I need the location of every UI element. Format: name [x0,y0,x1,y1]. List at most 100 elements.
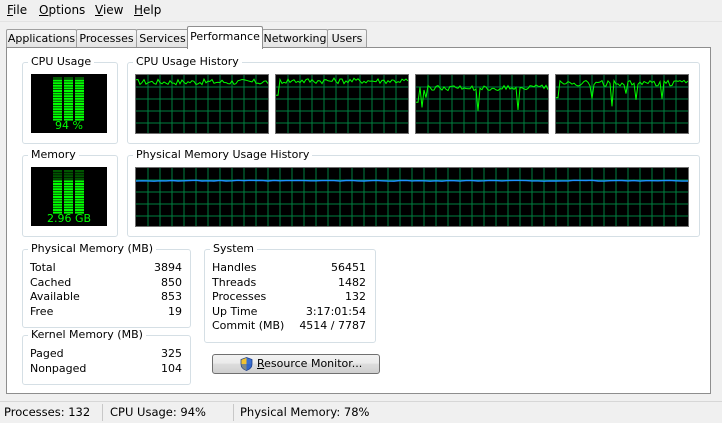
physical-memory-group: Physical Memory (MB) Total 3894 Cached 850… [22,242,191,328]
cpu-meter-segment [75,110,84,113]
cpu-core-graph-2 [275,74,409,134]
cpu-meter-segment [53,90,62,92]
memory-meter-segment [75,193,84,196]
cpu-meter-segment [75,116,84,118]
row-label: Free [30,304,54,318]
physical-memory-table: Total 3894 Cached 850 Available 853 Free 19 [30,261,182,319]
memory-meter-segment [75,170,84,172]
tab-networking[interactable]: Networking [262,29,328,48]
tab-processes[interactable]: Processes [76,29,137,48]
cpu-meter-segment [53,105,62,108]
memory-meter-segment [75,203,84,206]
memory-meter-segment [53,196,62,198]
cpu-meter-segment [64,95,73,98]
system-row: Up Time 3:17:01:54 [212,305,366,320]
row-label: Nonpaged [30,361,87,375]
row-value: 3:17:01:54 [305,304,366,318]
kernel-memory-title: Kernel Memory (MB) [28,328,146,342]
memory-meter-segment [75,201,84,204]
status-divider [102,404,103,421]
memory-meter-segment [53,206,62,209]
row-value: 104 [161,361,182,375]
memory-meter-segment [53,198,62,201]
memory-meter-segment [75,172,84,175]
row-value: 132 [345,290,366,304]
resource-monitor-button[interactable]: Resource Monitor... [212,354,380,374]
memory-value: 2.96 GB [46,212,92,225]
cpu-meter-segment [75,95,84,98]
tab-users[interactable]: Users [327,29,367,48]
memory-meter-segment [64,185,73,188]
cpu-meter-segment [64,90,73,92]
tab-applications[interactable]: Applications [6,29,77,48]
tab-performance[interactable]: Performance [187,26,263,49]
memory-meter-segment [75,206,84,209]
memory-history-title: Physical Memory Usage History [133,148,313,162]
cpu-meter-segment [75,90,84,92]
cpu-meter-segment [53,100,62,103]
tab-services[interactable]: Services [136,29,189,48]
cpu-history-group: CPU Usage History [127,55,700,144]
cpu-meter-segment [64,97,73,100]
row-label: Cached [30,275,72,289]
row-label: Paged [30,347,64,360]
status-bar: Processes: 132 CPU Usage: 94% Physical M… [0,401,722,423]
kernel-memory-table: Paged 325 Nonpaged 104 [30,347,182,376]
cpu-meter-segment [64,113,73,116]
memory-meter-segment [75,188,84,191]
memory-meter-segment [53,188,62,191]
performance-panel: CPU Usage 94 % CPU Usage History Memory … [6,47,711,394]
memory-meter-segment [53,203,62,206]
menu-options[interactable]: Options [39,3,85,17]
memory-meter: 2.96 GB [31,167,107,226]
menu-help[interactable]: Help [134,3,161,17]
cpu-history-line [136,77,268,86]
cpu-core-graph-4 [555,74,689,134]
status-physical-memory: Physical Memory: 78% [240,405,370,419]
cpu-meter-segment [64,116,73,118]
memory-meter-segment [53,172,62,175]
memory-meter-segment [75,175,84,178]
row-value: 853 [161,290,182,304]
cpu-meter-segment [75,79,84,82]
system-row: Threads 1482 [212,276,366,291]
menu-view[interactable]: View [95,3,123,17]
row-label: Total [30,261,56,274]
cpu-meter-segment [53,110,62,113]
cpu-usage-group: CPU Usage 94 % [22,55,118,144]
cpu-core-graph-1 [135,74,269,134]
memory-meter-segment [64,209,73,211]
row-value: 56451 [331,261,366,274]
physical-memory-row: Available 853 [30,290,182,305]
physical-memory-row: Total 3894 [30,261,182,276]
memory-meter-segment [64,201,73,204]
memory-meter-segment [53,180,62,183]
cpu-meter-segment [75,92,84,95]
cpu-meter-segment [75,108,84,111]
memory-meter-segment [53,183,62,185]
memory-group: Memory 2.96 GB [22,148,118,237]
cpu-meter-segment [53,116,62,118]
cpu-meter-segment [64,92,73,95]
memory-meter-segment [75,180,84,183]
cpu-meter-segment [53,87,62,90]
row-value: 850 [161,275,182,289]
cpu-meter-segment [53,97,62,100]
memory-meter-segment [64,180,73,183]
cpu-history-title: CPU Usage History [133,55,242,69]
cpu-meter-segment [75,77,84,79]
cpu-usage-value: 94 % [55,119,83,132]
row-label: Commit (MB) [212,319,285,333]
cpu-meter-segment [64,84,73,87]
cpu-history-line [416,84,548,111]
memory-meter-segment [64,198,73,201]
cpu-meter-segment [64,110,73,113]
memory-title: Memory [28,148,79,162]
cpu-meter-segment [53,92,62,95]
row-label: Up Time [212,304,258,318]
kernel-memory-group: Kernel Memory (MB) Paged 325 Nonpaged 104 [22,328,191,385]
cpu-meter-segment [53,95,62,98]
menu-file[interactable]: File [7,3,27,17]
kernel-memory-row: Nonpaged 104 [30,362,182,377]
memory-meter-segment [75,198,84,201]
